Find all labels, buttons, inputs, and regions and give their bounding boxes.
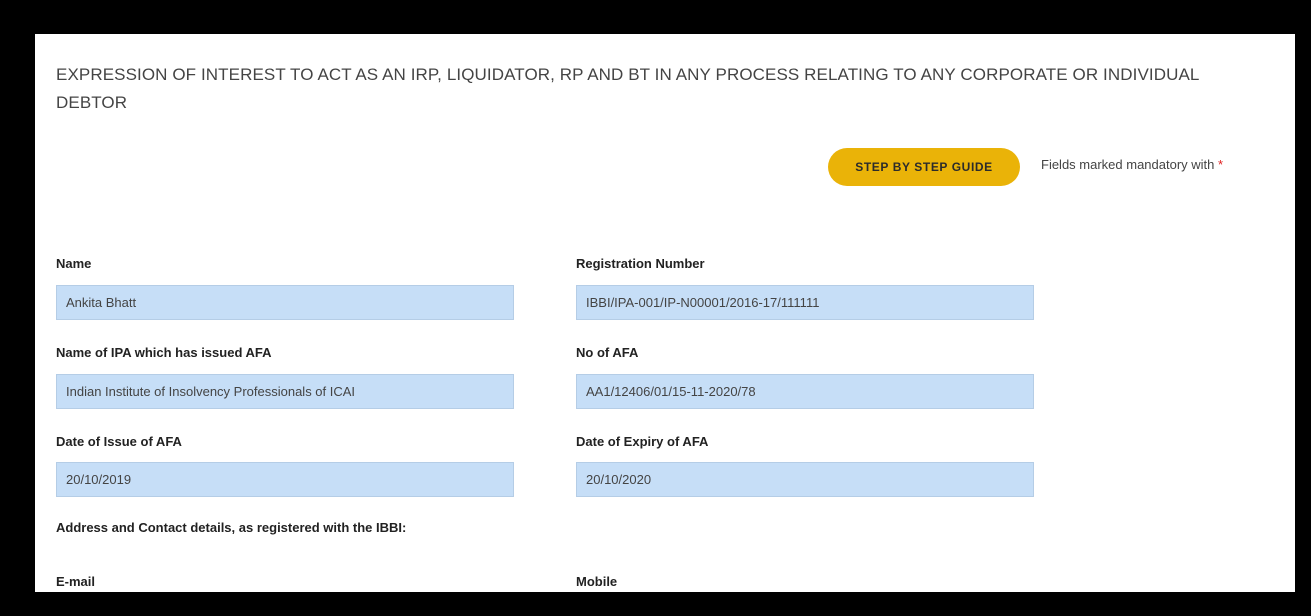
afa-number-label: No of AFA <box>576 345 639 360</box>
ipa-name-field[interactable] <box>56 374 514 409</box>
page-title: EXPRESSION OF INTEREST TO ACT AS AN IRP,… <box>56 65 1199 112</box>
afa-expiry-date-field[interactable] <box>576 462 1034 497</box>
contact-section-heading: Address and Contact details, as register… <box>56 520 407 535</box>
name-label: Name <box>56 256 92 271</box>
mobile-label: Mobile <box>576 574 618 589</box>
ipa-name-label: Name of IPA which has issued AFA <box>56 345 272 360</box>
form-panel: EXPRESSION OF INTEREST TO ACT AS AN IRP,… <box>35 34 1295 592</box>
registration-number-field[interactable] <box>576 285 1034 320</box>
step-by-step-guide-button[interactable]: STEP BY STEP GUIDE <box>828 148 1020 186</box>
email-label: E-mail <box>56 574 96 589</box>
registration-number-label: Registration Number <box>576 256 705 271</box>
mandatory-fields-note: Fields marked mandatory with * <box>1041 157 1223 172</box>
required-marker: * <box>1218 157 1224 172</box>
name-field[interactable] <box>56 285 514 320</box>
afa-expiry-date-label: Date of Expiry of AFA <box>576 434 709 449</box>
afa-issue-date-label: Date of Issue of AFA <box>56 434 182 449</box>
mandatory-note-text: Fields marked mandatory with <box>1041 157 1215 172</box>
afa-issue-date-field[interactable] <box>56 462 514 497</box>
screenshot-frame: EXPRESSION OF INTEREST TO ACT AS AN IRP,… <box>0 0 1311 616</box>
afa-number-field[interactable] <box>576 374 1034 409</box>
